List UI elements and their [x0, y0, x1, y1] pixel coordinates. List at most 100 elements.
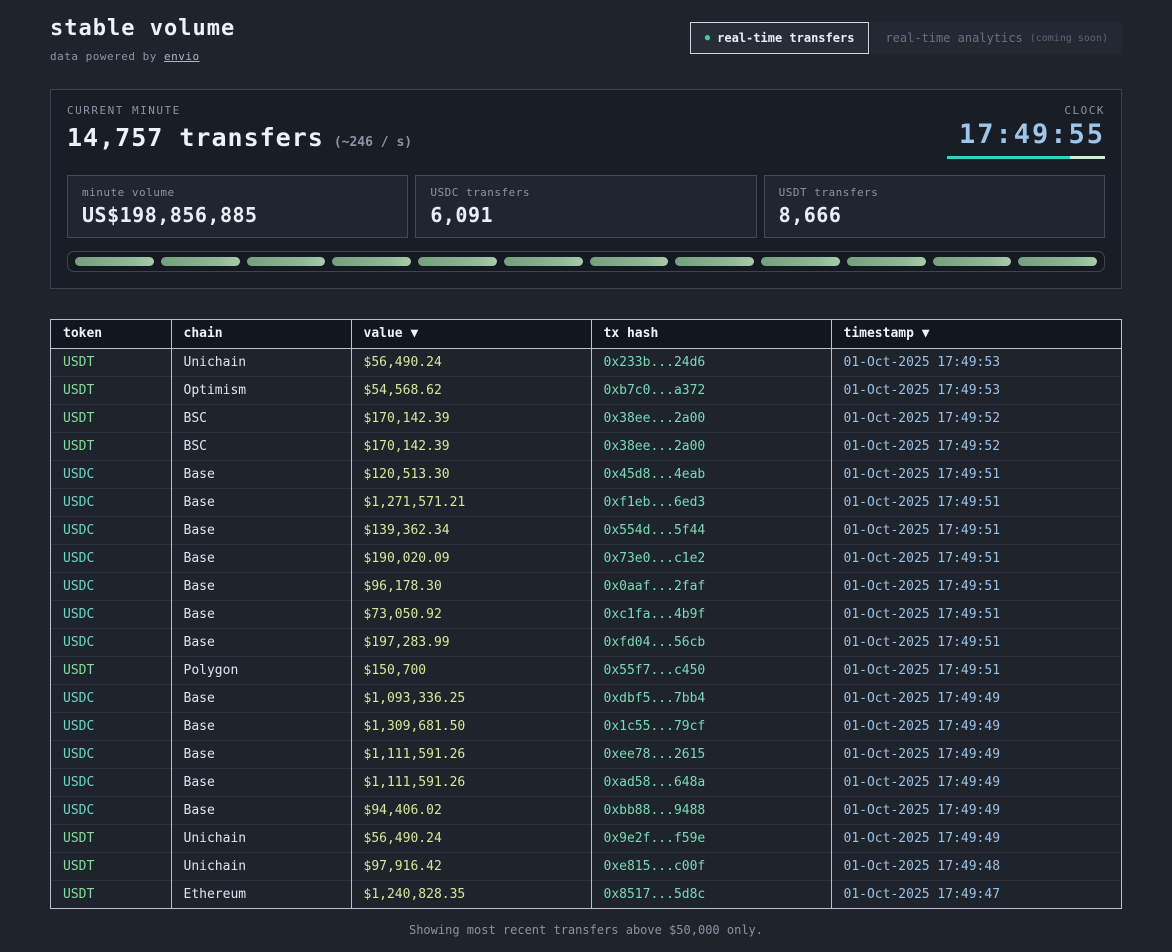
gauge-segment [675, 257, 754, 266]
token-cell: USDC [51, 516, 171, 544]
current-minute-label: CURRENT MINUTE [67, 104, 412, 117]
table-row: USDCBase$96,178.300x0aaf...2faf01-Oct-20… [51, 572, 1121, 600]
tx-hash-link[interactable]: 0xee78...2615 [591, 740, 831, 768]
chain-cell: Optimism [171, 376, 351, 404]
value-cell: $1,309,681.50 [351, 712, 591, 740]
tx-hash-link[interactable]: 0x45d8...4eab [591, 460, 831, 488]
table-row: USDCBase$1,271,571.210xf1eb...6ed301-Oct… [51, 488, 1121, 516]
value-cell: $56,490.24 [351, 824, 591, 852]
chain-cell: Base [171, 516, 351, 544]
timestamp-cell: 01-Oct-2025 17:49:51 [831, 628, 1121, 656]
value-cell: $170,142.39 [351, 404, 591, 432]
tab-bar: ● real-time transfers real-time analytic… [690, 22, 1122, 54]
timestamp-cell: 01-Oct-2025 17:49:51 [831, 572, 1121, 600]
tx-hash-link[interactable]: 0x38ee...2a00 [591, 404, 831, 432]
current-minute-panel: CURRENT MINUTE 14,757 transfers (~246 / … [50, 89, 1122, 289]
tx-hash-link[interactable]: 0x0aaf...2faf [591, 572, 831, 600]
tx-hash-link[interactable]: 0xfd04...56cb [591, 628, 831, 656]
chain-cell: Base [171, 544, 351, 572]
token-cell: USDC [51, 796, 171, 824]
value-cell: $73,050.92 [351, 600, 591, 628]
gauge-segment [590, 257, 669, 266]
gauge-segment [418, 257, 497, 266]
value-cell: $139,362.34 [351, 516, 591, 544]
tab-label: real-time analytics [885, 31, 1022, 45]
timestamp-cell: 01-Oct-2025 17:49:51 [831, 460, 1121, 488]
table-row: USDCBase$1,093,336.250xdbf5...7bb401-Oct… [51, 684, 1121, 712]
tx-hash-link[interactable]: 0x38ee...2a00 [591, 432, 831, 460]
tx-hash-link[interactable]: 0xad58...648a [591, 768, 831, 796]
powered-by: data powered by envio [50, 50, 235, 63]
value-cell: $97,916.42 [351, 852, 591, 880]
value-cell: $170,142.39 [351, 432, 591, 460]
tx-hash-link[interactable]: 0xb7c0...a372 [591, 376, 831, 404]
table-row: USDTUnichain$97,916.420xe815...c00f01-Oc… [51, 852, 1121, 880]
chain-cell: Ethereum [171, 880, 351, 908]
chain-cell: Base [171, 600, 351, 628]
tx-hash-link[interactable]: 0x55f7...c450 [591, 656, 831, 684]
token-cell: USDC [51, 544, 171, 572]
tx-hash-link[interactable]: 0xe815...c00f [591, 852, 831, 880]
column-header-timestamp[interactable]: timestamp ▼ [831, 320, 1121, 348]
timestamp-cell: 01-Oct-2025 17:49:51 [831, 544, 1121, 572]
envio-link[interactable]: envio [164, 50, 200, 63]
timestamp-cell: 01-Oct-2025 17:49:53 [831, 376, 1121, 404]
clock-time: 17:49:55 [947, 119, 1105, 150]
gauge-segment [847, 257, 926, 266]
timestamp-cell: 01-Oct-2025 17:49:52 [831, 432, 1121, 460]
transfers-body: USDTUnichain$56,490.240x233b...24d601-Oc… [51, 348, 1121, 908]
chain-cell: Base [171, 712, 351, 740]
token-cell: USDC [51, 768, 171, 796]
timestamp-cell: 01-Oct-2025 17:49:52 [831, 404, 1121, 432]
tx-hash-link[interactable]: 0x233b...24d6 [591, 348, 831, 376]
tab-real-time-transfers[interactable]: ● real-time transfers [690, 22, 870, 54]
tx-hash-link[interactable]: 0x8517...5d8c [591, 880, 831, 908]
tx-hash-link[interactable]: 0x9e2f...f59e [591, 824, 831, 852]
clock-label: CLOCK [947, 104, 1105, 117]
token-cell: USDC [51, 572, 171, 600]
token-cell: USDT [51, 880, 171, 908]
table-row: USDCBase$190,020.090x73e0...c1e201-Oct-2… [51, 544, 1121, 572]
table-row: USDCBase$1,111,591.260xee78...261501-Oct… [51, 740, 1121, 768]
gauge-segment [504, 257, 583, 266]
tx-hash-link[interactable]: 0x554d...5f44 [591, 516, 831, 544]
transfer-rate: (~246 / s) [334, 135, 412, 150]
column-header-value[interactable]: value ▼ [351, 320, 591, 348]
tx-hash-link[interactable]: 0xc1fa...4b9f [591, 600, 831, 628]
chain-cell: Base [171, 488, 351, 516]
timestamp-cell: 01-Oct-2025 17:49:53 [831, 348, 1121, 376]
token-cell: USDT [51, 656, 171, 684]
tab-real-time-analytics[interactable]: real-time analytics (coming soon) [871, 22, 1122, 54]
minute-volume-label: minute volume [82, 186, 393, 199]
tx-hash-link[interactable]: 0xbb88...9488 [591, 796, 831, 824]
table-row: USDCBase$94,406.020xbb88...948801-Oct-20… [51, 796, 1121, 824]
gauge-segment [933, 257, 1012, 266]
usdt-transfers-value: 8,666 [779, 203, 1090, 227]
token-cell: USDT [51, 404, 171, 432]
transfers-table: token chain value ▼ tx hash timestamp ▼ … [51, 320, 1121, 908]
coming-soon-note: (coming soon) [1030, 33, 1108, 44]
timestamp-cell: 01-Oct-2025 17:49:51 [831, 516, 1121, 544]
chain-cell: Base [171, 684, 351, 712]
value-cell: $120,513.30 [351, 460, 591, 488]
timestamp-cell: 01-Oct-2025 17:49:51 [831, 488, 1121, 516]
tx-hash-link[interactable]: 0x73e0...c1e2 [591, 544, 831, 572]
chain-cell: Unichain [171, 852, 351, 880]
gauge-segment [1018, 257, 1097, 266]
tx-hash-link[interactable]: 0xdbf5...7bb4 [591, 684, 831, 712]
top-bar: stable volume data powered by envio ● re… [0, 0, 1172, 63]
token-cell: USDC [51, 600, 171, 628]
timestamp-cell: 01-Oct-2025 17:49:49 [831, 712, 1121, 740]
value-cell: $197,283.99 [351, 628, 591, 656]
gauge-segment [761, 257, 840, 266]
usdt-transfers-label: USDT transfers [779, 186, 1090, 199]
chain-cell: Base [171, 740, 351, 768]
tx-hash-link[interactable]: 0x1c55...79cf [591, 712, 831, 740]
transfers-table-container: token chain value ▼ tx hash timestamp ▼ … [50, 319, 1122, 909]
token-cell: USDC [51, 684, 171, 712]
table-row: USDCBase$197,283.990xfd04...56cb01-Oct-2… [51, 628, 1121, 656]
transfer-count-block: CURRENT MINUTE 14,757 transfers (~246 / … [67, 104, 412, 152]
usdc-transfers-card: USDC transfers 6,091 [415, 175, 756, 238]
tx-hash-link[interactable]: 0xf1eb...6ed3 [591, 488, 831, 516]
chain-cell: BSC [171, 432, 351, 460]
